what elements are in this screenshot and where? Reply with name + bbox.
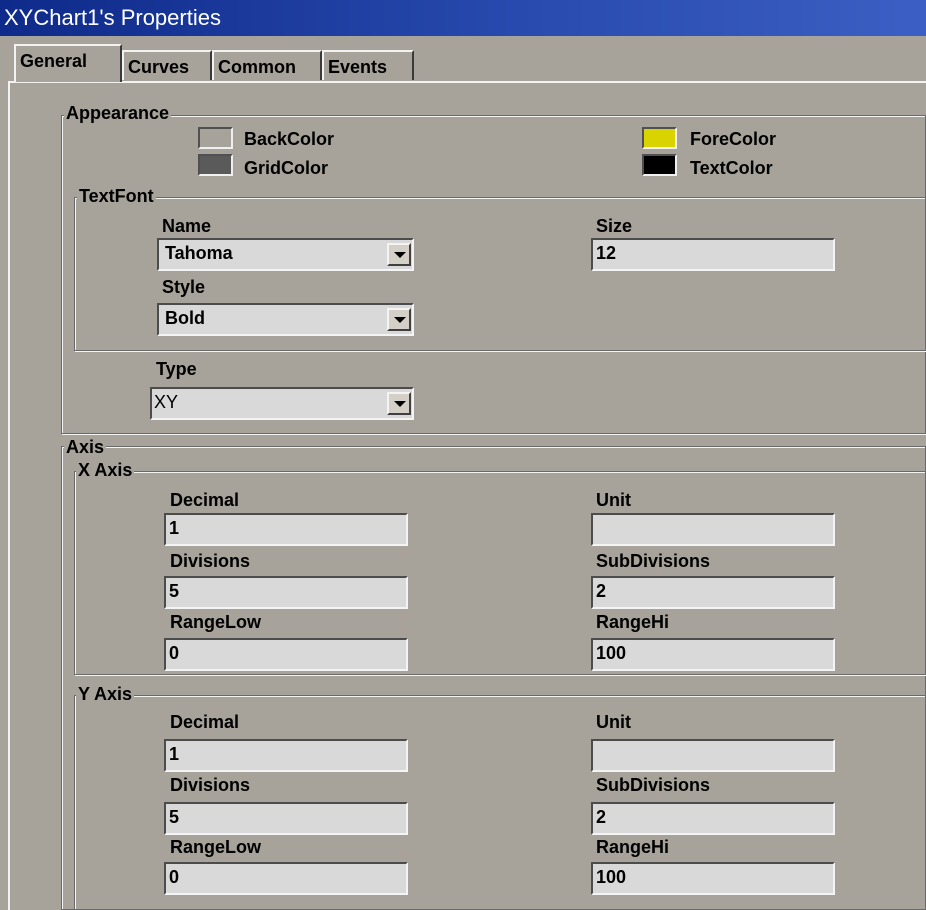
back-color-label: BackColor — [244, 129, 335, 149]
chart-type-combo[interactable]: XY — [150, 387, 414, 420]
x-unit-label: Unit — [596, 490, 631, 510]
text-color-swatch[interactable] — [642, 154, 677, 176]
y-range-low-input[interactable]: 0 — [164, 862, 408, 895]
x-axis-legend: X Axis — [76, 460, 135, 480]
tab-general[interactable]: General — [14, 44, 122, 82]
fore-color-swatch[interactable] — [642, 127, 677, 149]
text-color-label: TextColor — [690, 158, 773, 178]
y-axis-legend: Y Axis — [76, 684, 135, 704]
y-divisions-input[interactable]: 5 — [164, 802, 408, 835]
tab-curves[interactable]: Curves — [122, 50, 212, 80]
y-subdivisions-label: SubDivisions — [596, 775, 711, 795]
axis-legend: Axis — [64, 437, 107, 457]
x-range-hi-label: RangeHi — [596, 612, 670, 632]
font-name-value: Tahoma — [165, 243, 233, 263]
chart-type-dropdown-button[interactable] — [387, 392, 411, 415]
title-bar[interactable]: XYChart1's Properties — [0, 0, 926, 36]
y-range-hi-input[interactable]: 100 — [591, 862, 835, 895]
back-color-swatch[interactable] — [198, 127, 233, 149]
y-divisions-label: Divisions — [170, 775, 251, 795]
x-divisions-input[interactable]: 5 — [164, 576, 408, 609]
x-subdivisions-input[interactable]: 2 — [591, 576, 835, 609]
grid-color-label: GridColor — [244, 158, 328, 178]
font-style-combo[interactable]: Bold — [157, 303, 414, 336]
chevron-down-icon — [394, 401, 406, 407]
font-size-input[interactable]: 12 — [591, 238, 835, 271]
x-range-hi-input[interactable]: 100 — [591, 638, 835, 671]
x-divisions-label: Divisions — [170, 551, 251, 571]
window-title: XYChart1's Properties — [4, 5, 221, 30]
text-font-legend: TextFont — [77, 186, 156, 206]
x-range-low-label: RangeLow — [170, 612, 262, 632]
chart-type-value: XY — [154, 392, 179, 412]
font-style-dropdown-button[interactable] — [387, 308, 411, 331]
y-subdivisions-input[interactable]: 2 — [591, 802, 835, 835]
tab-events[interactable]: Events — [322, 50, 414, 80]
chevron-down-icon — [394, 317, 406, 323]
type-label: Type — [156, 359, 197, 379]
fore-color-label: ForeColor — [690, 129, 777, 149]
x-unit-input[interactable] — [591, 513, 835, 546]
y-unit-label: Unit — [596, 712, 631, 732]
y-unit-input[interactable] — [591, 739, 835, 772]
y-decimal-input[interactable]: 1 — [164, 739, 408, 772]
font-style-label: Style — [162, 277, 206, 297]
y-decimal-label: Decimal — [170, 712, 240, 732]
x-range-low-input[interactable]: 0 — [164, 638, 408, 671]
x-decimal-label: Decimal — [170, 490, 240, 510]
font-name-dropdown-button[interactable] — [387, 243, 411, 266]
grid-color-swatch[interactable] — [198, 154, 233, 176]
x-decimal-input[interactable]: 1 — [164, 513, 408, 546]
y-range-hi-label: RangeHi — [596, 837, 670, 857]
appearance-legend: Appearance — [64, 103, 172, 123]
font-name-label: Name — [162, 216, 212, 236]
font-size-label: Size — [596, 216, 633, 236]
font-name-combo[interactable]: Tahoma — [157, 238, 414, 271]
y-range-low-label: RangeLow — [170, 837, 262, 857]
font-style-value: Bold — [165, 308, 205, 328]
chevron-down-icon — [394, 252, 406, 258]
tab-common[interactable]: Common — [212, 50, 322, 80]
x-subdivisions-label: SubDivisions — [596, 551, 711, 571]
